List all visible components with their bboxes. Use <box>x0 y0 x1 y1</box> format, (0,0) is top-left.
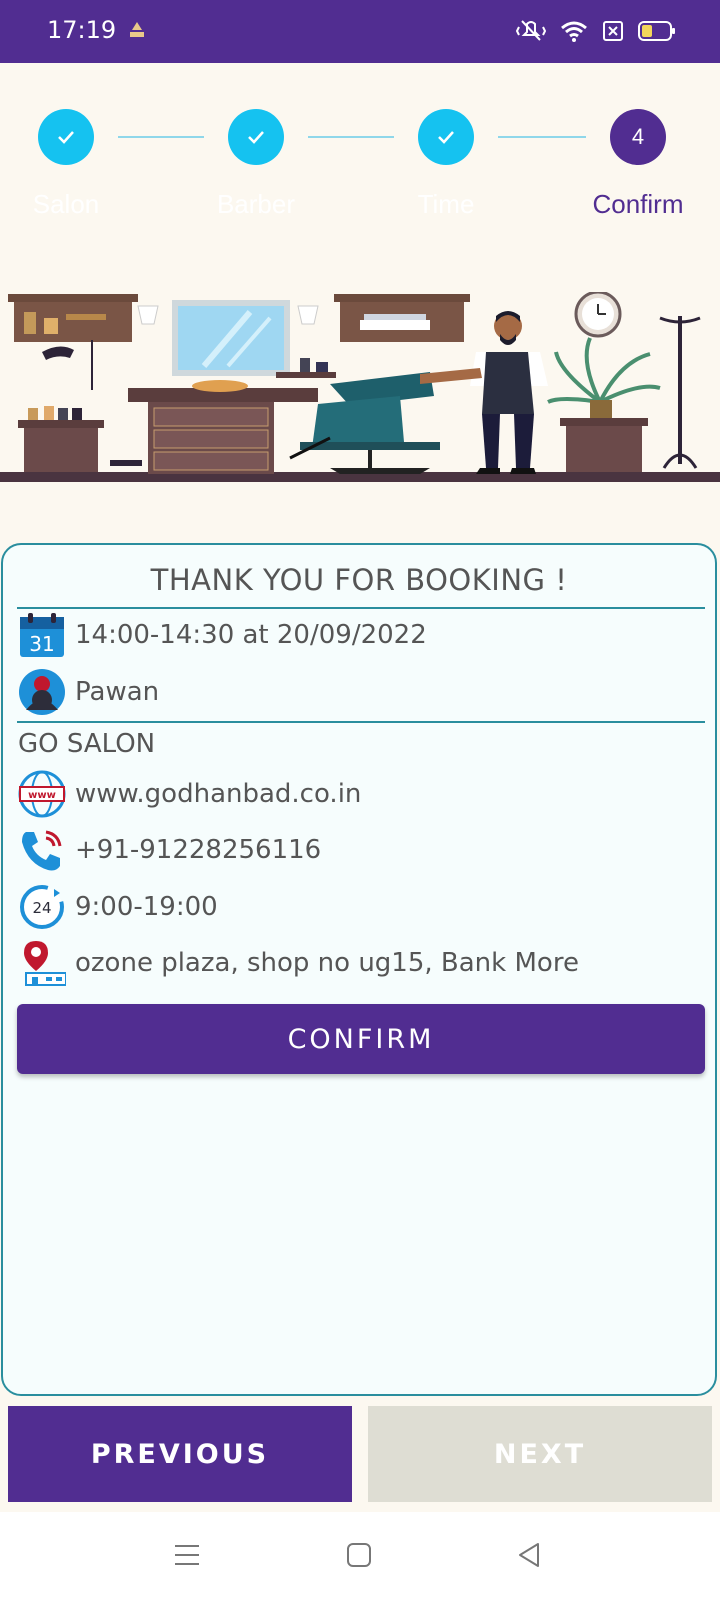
svg-text:24: 24 <box>32 899 51 917</box>
address-text: ozone plaza, shop no ug15, Bank More <box>75 948 579 978</box>
barber-name: Pawan <box>75 677 160 707</box>
step-barber-check-icon <box>228 109 284 165</box>
step-connector <box>308 136 394 138</box>
svg-text:www: www <box>28 790 56 801</box>
barbershop-illustration <box>0 290 720 492</box>
website-text: www.godhanbad.co.in <box>75 779 362 809</box>
calendar-icon: 31 <box>17 610 67 660</box>
step-label-time: Time <box>417 189 475 219</box>
back-icon[interactable] <box>516 1542 542 1572</box>
svg-text:31: 31 <box>29 632 54 656</box>
slot-text: 14:00-14:30 at 20/09/2022 <box>75 620 427 650</box>
globe-www-icon: www <box>17 769 67 819</box>
mute-vibrate-icon <box>515 18 547 48</box>
no-sim-icon <box>602 20 624 46</box>
step-connector <box>498 136 586 138</box>
slot-row: 31 14:00-14:30 at 20/09/2022 <box>17 610 427 660</box>
home-icon[interactable] <box>346 1542 372 1572</box>
status-bar: 17:19 <box>0 0 720 63</box>
step-label-barber: Barber <box>216 189 296 219</box>
salon-name: GO SALON <box>18 729 156 759</box>
step-connector <box>118 136 204 138</box>
hours-row: 24 9:00-19:00 <box>17 882 218 932</box>
step-label-confirm: Confirm <box>592 189 684 219</box>
menu-icon[interactable] <box>174 1542 200 1572</box>
status-time: 17:19 <box>47 16 117 44</box>
confirm-button[interactable]: CONFIRM <box>17 1004 705 1074</box>
clock-24-icon: 24 <box>17 882 67 932</box>
address-row: ozone plaza, shop no ug15, Bank More <box>17 938 579 988</box>
barber-row: Pawan <box>17 667 159 717</box>
hours-text: 9:00-19:00 <box>75 892 218 922</box>
divider <box>17 721 705 723</box>
website-row: www www.godhanbad.co.in <box>17 769 361 819</box>
battery-icon <box>638 20 676 46</box>
phone-icon <box>17 825 67 875</box>
system-nav-bar <box>0 1512 720 1600</box>
previous-button[interactable]: PREVIOUS <box>8 1406 352 1502</box>
location-pin-icon <box>17 938 67 988</box>
divider <box>17 607 705 609</box>
user-icon <box>17 667 67 717</box>
wifi-icon <box>560 19 588 47</box>
phone-text: +91-91228256116 <box>75 835 322 865</box>
step-confirm-number: 4 <box>610 109 666 165</box>
booking-stepper: 4 Salon Barber Time Confirm <box>0 63 720 253</box>
step-salon-check-icon <box>38 109 94 165</box>
next-button[interactable]: NEXT <box>368 1406 712 1502</box>
phone-row: +91-91228256116 <box>17 825 321 875</box>
step-time-check-icon <box>418 109 474 165</box>
step-label-salon: Salon <box>32 189 100 219</box>
thank-you-title: THANK YOU FOR BOOKING ! <box>150 563 568 597</box>
booking-summary-card: THANK YOU FOR BOOKING ! 31 14:00-14:30 a… <box>1 543 717 1396</box>
notification-icon <box>128 20 146 44</box>
